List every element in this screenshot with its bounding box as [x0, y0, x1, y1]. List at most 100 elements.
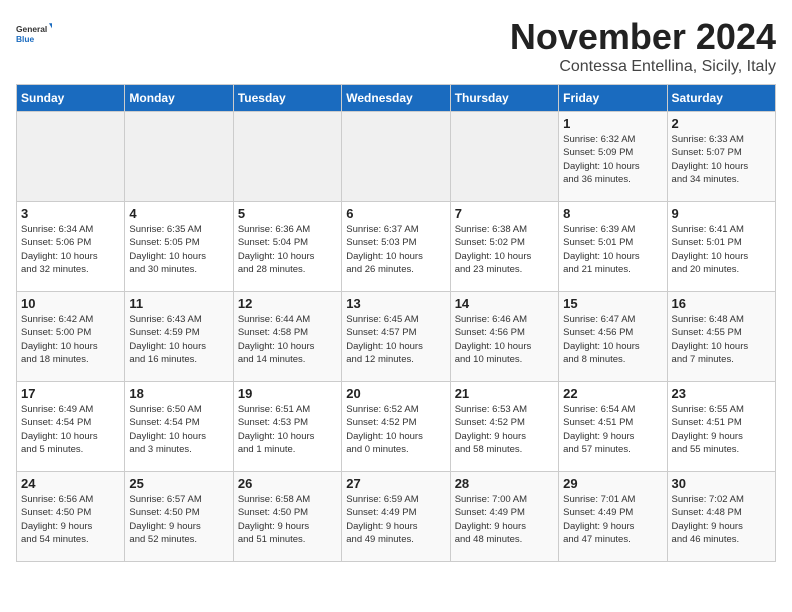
day-info: Sunrise: 6:49 AMSunset: 4:54 PMDaylight:…: [21, 403, 120, 456]
day-info: Sunrise: 6:51 AMSunset: 4:53 PMDaylight:…: [238, 403, 337, 456]
svg-text:Blue: Blue: [16, 34, 35, 44]
day-number: 19: [238, 386, 337, 401]
day-number: 30: [672, 476, 771, 491]
day-info: Sunrise: 6:41 AMSunset: 5:01 PMDaylight:…: [672, 223, 771, 276]
day-info: Sunrise: 6:59 AMSunset: 4:49 PMDaylight:…: [346, 493, 445, 546]
calendar-cell: 16 Sunrise: 6:48 AMSunset: 4:55 PMDayligh…: [667, 292, 775, 382]
day-number: 22: [563, 386, 662, 401]
calendar-cell: 23 Sunrise: 6:55 AMSunset: 4:51 PMDayligh…: [667, 382, 775, 472]
day-info: Sunrise: 6:43 AMSunset: 4:59 PMDaylight:…: [129, 313, 228, 366]
weekday-header-row: SundayMondayTuesdayWednesdayThursdayFrid…: [17, 85, 776, 112]
calendar-cell: 21 Sunrise: 6:53 AMSunset: 4:52 PMDayligh…: [450, 382, 558, 472]
logo-svg: General Blue: [16, 16, 52, 52]
calendar-cell: 8Sunrise: 6:39 AMSunset: 5:01 PMDaylight…: [559, 202, 667, 292]
day-info: Sunrise: 7:02 AMSunset: 4:48 PMDaylight:…: [672, 493, 771, 546]
calendar-cell: [125, 112, 233, 202]
day-number: 16: [672, 296, 771, 311]
day-info: Sunrise: 6:48 AMSunset: 4:55 PMDaylight:…: [672, 313, 771, 366]
day-info: Sunrise: 6:37 AMSunset: 5:03 PMDaylight:…: [346, 223, 445, 276]
calendar-cell: 3 Sunrise: 6:34 AMSunset: 5:06 PMDaylight…: [17, 202, 125, 292]
day-info: Sunrise: 6:36 AMSunset: 5:04 PMDaylight:…: [238, 223, 337, 276]
day-number: 14: [455, 296, 554, 311]
calendar-week-row: 10 Sunrise: 6:42 AMSunset: 5:00 PMDayligh…: [17, 292, 776, 382]
calendar-cell: 9Sunrise: 6:41 AMSunset: 5:01 PMDaylight…: [667, 202, 775, 292]
calendar-cell: 18Sunrise: 6:50 AMSunset: 4:54 PMDayligh…: [125, 382, 233, 472]
calendar-cell: 11 Sunrise: 6:43 AMSunset: 4:59 PMDayligh…: [125, 292, 233, 382]
day-info: Sunrise: 6:45 AMSunset: 4:57 PMDaylight:…: [346, 313, 445, 366]
calendar-week-row: 3 Sunrise: 6:34 AMSunset: 5:06 PMDaylight…: [17, 202, 776, 292]
day-number: 3: [21, 206, 120, 221]
calendar-cell: [450, 112, 558, 202]
day-info: Sunrise: 6:47 AMSunset: 4:56 PMDaylight:…: [563, 313, 662, 366]
day-info: Sunrise: 6:33 AMSunset: 5:07 PMDaylight:…: [672, 133, 771, 186]
day-number: 2: [672, 116, 771, 131]
calendar-cell: 14Sunrise: 6:46 AMSunset: 4:56 PMDayligh…: [450, 292, 558, 382]
day-number: 21: [455, 386, 554, 401]
calendar-cell: [342, 112, 450, 202]
day-number: 17: [21, 386, 120, 401]
day-number: 10: [21, 296, 120, 311]
day-info: Sunrise: 6:58 AMSunset: 4:50 PMDaylight:…: [238, 493, 337, 546]
calendar-cell: [17, 112, 125, 202]
day-number: 23: [672, 386, 771, 401]
day-info: Sunrise: 6:55 AMSunset: 4:51 PMDaylight:…: [672, 403, 771, 456]
day-number: 11: [129, 296, 228, 311]
calendar-cell: 12Sunrise: 6:44 AMSunset: 4:58 PMDayligh…: [233, 292, 341, 382]
day-number: 25: [129, 476, 228, 491]
calendar-cell: 29Sunrise: 7:01 AMSunset: 4:49 PMDayligh…: [559, 472, 667, 562]
calendar-cell: 2 Sunrise: 6:33 AMSunset: 5:07 PMDaylight…: [667, 112, 775, 202]
calendar-cell: [233, 112, 341, 202]
day-number: 29: [563, 476, 662, 491]
day-info: Sunrise: 6:35 AMSunset: 5:05 PMDaylight:…: [129, 223, 228, 276]
calendar-cell: 19 Sunrise: 6:51 AMSunset: 4:53 PMDayligh…: [233, 382, 341, 472]
day-info: Sunrise: 6:38 AMSunset: 5:02 PMDaylight:…: [455, 223, 554, 276]
day-number: 28: [455, 476, 554, 491]
calendar-cell: 15Sunrise: 6:47 AMSunset: 4:56 PMDayligh…: [559, 292, 667, 382]
weekday-header-monday: Monday: [125, 85, 233, 112]
day-info: Sunrise: 6:53 AMSunset: 4:52 PMDaylight:…: [455, 403, 554, 456]
day-info: Sunrise: 6:50 AMSunset: 4:54 PMDaylight:…: [129, 403, 228, 456]
day-number: 7: [455, 206, 554, 221]
calendar-cell: 1 Sunrise: 6:32 AMSunset: 5:09 PMDaylight…: [559, 112, 667, 202]
day-info: Sunrise: 6:39 AMSunset: 5:01 PMDaylight:…: [563, 223, 662, 276]
day-info: Sunrise: 6:34 AMSunset: 5:06 PMDaylight:…: [21, 223, 120, 276]
day-number: 4: [129, 206, 228, 221]
day-number: 6: [346, 206, 445, 221]
day-info: Sunrise: 7:00 AMSunset: 4:49 PMDaylight:…: [455, 493, 554, 546]
day-number: 24: [21, 476, 120, 491]
calendar-cell: 20 Sunrise: 6:52 AMSunset: 4:52 PMDayligh…: [342, 382, 450, 472]
day-info: Sunrise: 6:42 AMSunset: 5:00 PMDaylight:…: [21, 313, 120, 366]
day-number: 20: [346, 386, 445, 401]
day-info: Sunrise: 6:54 AMSunset: 4:51 PMDaylight:…: [563, 403, 662, 456]
weekday-header-wednesday: Wednesday: [342, 85, 450, 112]
calendar-cell: 5 Sunrise: 6:36 AMSunset: 5:04 PMDaylight…: [233, 202, 341, 292]
day-info: Sunrise: 6:57 AMSunset: 4:50 PMDaylight:…: [129, 493, 228, 546]
calendar-cell: 24 Sunrise: 6:56 AMSunset: 4:50 PMDayligh…: [17, 472, 125, 562]
day-number: 26: [238, 476, 337, 491]
weekday-header-saturday: Saturday: [667, 85, 775, 112]
weekday-header-sunday: Sunday: [17, 85, 125, 112]
calendar-cell: 28 Sunrise: 7:00 AMSunset: 4:49 PMDayligh…: [450, 472, 558, 562]
month-title: November 2024: [510, 16, 776, 58]
header: General Blue November 2024 Contessa Ente…: [16, 16, 776, 76]
day-info: Sunrise: 6:44 AMSunset: 4:58 PMDaylight:…: [238, 313, 337, 366]
location-subtitle: Contessa Entellina, Sicily, Italy: [510, 58, 776, 76]
weekday-header-friday: Friday: [559, 85, 667, 112]
calendar-cell: 30 Sunrise: 7:02 AMSunset: 4:48 PMDayligh…: [667, 472, 775, 562]
logo: General Blue: [16, 16, 52, 52]
day-info: Sunrise: 6:52 AMSunset: 4:52 PMDaylight:…: [346, 403, 445, 456]
day-info: Sunrise: 6:56 AMSunset: 4:50 PMDaylight:…: [21, 493, 120, 546]
svg-text:General: General: [16, 24, 47, 34]
day-number: 5: [238, 206, 337, 221]
calendar-cell: 13 Sunrise: 6:45 AMSunset: 4:57 PMDayligh…: [342, 292, 450, 382]
calendar-cell: 27Sunrise: 6:59 AMSunset: 4:49 PMDayligh…: [342, 472, 450, 562]
calendar-cell: 7 Sunrise: 6:38 AMSunset: 5:02 PMDaylight…: [450, 202, 558, 292]
calendar-cell: 26 Sunrise: 6:58 AMSunset: 4:50 PMDayligh…: [233, 472, 341, 562]
calendar-cell: 4 Sunrise: 6:35 AMSunset: 5:05 PMDaylight…: [125, 202, 233, 292]
day-number: 1: [563, 116, 662, 131]
day-number: 13: [346, 296, 445, 311]
day-info: Sunrise: 6:32 AMSunset: 5:09 PMDaylight:…: [563, 133, 662, 186]
calendar-cell: 22 Sunrise: 6:54 AMSunset: 4:51 PMDayligh…: [559, 382, 667, 472]
weekday-header-tuesday: Tuesday: [233, 85, 341, 112]
calendar-cell: 6 Sunrise: 6:37 AMSunset: 5:03 PMDaylight…: [342, 202, 450, 292]
